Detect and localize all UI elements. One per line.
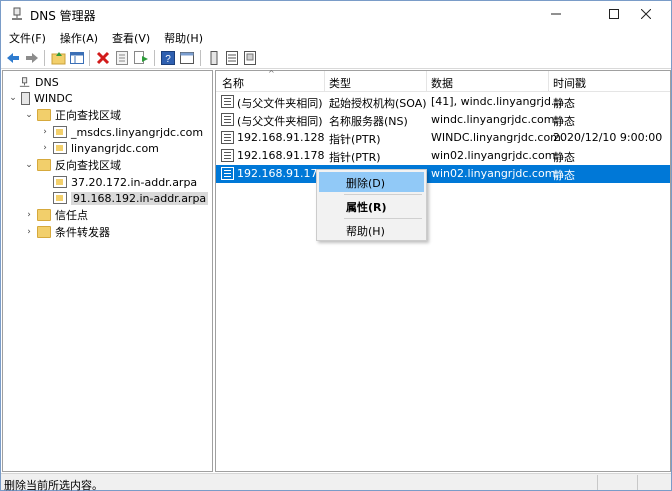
tree-item-conditional-forwarders[interactable]: › 条件转发器 xyxy=(24,224,110,240)
tree-item-37-20-172-zone[interactable]: 37.20.172.in-addr.arpa xyxy=(40,174,197,190)
tree-item-reverse-zones[interactable]: ⌄ 反向查找区域 xyxy=(24,157,121,173)
filter-icon[interactable] xyxy=(242,50,258,66)
chevron-right-icon[interactable]: › xyxy=(24,227,34,237)
minimize-button[interactable] xyxy=(533,1,579,27)
dns-icon xyxy=(19,77,30,87)
tree-item-msdcs-zone[interactable]: › _msdcs.linyangrjdc.com xyxy=(40,124,203,140)
table-row[interactable]: 192.168.91.128 指针(PTR) WINDC.linyangrjdc… xyxy=(216,129,670,147)
context-menu-help[interactable]: 帮助(H) xyxy=(319,220,424,240)
table-row[interactable]: (与父文件夹相同) 起始授权机构(SOA) [41], windc.linyan… xyxy=(216,93,670,111)
column-type[interactable]: 类型 xyxy=(329,75,351,91)
table-row[interactable]: 192.168.91.178 指针(PTR) win02.linyangrjdc… xyxy=(216,147,670,165)
folder-icon xyxy=(37,226,51,238)
back-icon[interactable] xyxy=(5,50,21,66)
context-menu-delete[interactable]: 删除(D) xyxy=(319,172,424,192)
server-icon xyxy=(21,91,30,105)
tree-item-dns[interactable]: DNS xyxy=(6,74,59,90)
chevron-down-icon[interactable]: ⌄ xyxy=(8,93,18,103)
tree-item-windc[interactable]: ⌄ WINDC xyxy=(8,90,73,106)
zone-icon xyxy=(53,126,67,138)
chevron-right-icon[interactable]: › xyxy=(40,127,50,137)
status-text: 删除当前所选内容。 xyxy=(4,479,103,491)
show-hide-tree-icon[interactable] xyxy=(69,50,85,66)
view-icon[interactable] xyxy=(179,50,195,66)
record-icon xyxy=(221,113,234,126)
dns-app-icon xyxy=(12,7,22,20)
tree-item-forward-zones[interactable]: ⌄ 正向查找区域 xyxy=(24,107,121,123)
zone-icon xyxy=(53,192,67,204)
chevron-down-icon[interactable]: ⌄ xyxy=(24,110,34,120)
close-button[interactable] xyxy=(623,1,669,27)
export-icon[interactable] xyxy=(133,50,149,66)
forward-icon[interactable] xyxy=(24,50,40,66)
sort-ascending-icon: ^ xyxy=(268,69,275,78)
dns-server-icon[interactable] xyxy=(206,50,222,66)
tree-item-91-168-192-zone[interactable]: 91.168.192.in-addr.arpa xyxy=(40,190,209,206)
folder-icon xyxy=(37,109,51,121)
delete-icon[interactable] xyxy=(95,50,111,66)
tree-item-trust-points[interactable]: › 信任点 xyxy=(24,207,88,223)
list-icon[interactable] xyxy=(224,50,240,66)
close-icon xyxy=(641,9,651,19)
chevron-right-icon[interactable]: › xyxy=(24,210,34,220)
table-row-selected[interactable]: 192.168.91.179 指针(PTR) win02.linyangrjdc… xyxy=(216,165,670,183)
menu-help[interactable]: 帮助(H) xyxy=(156,28,209,47)
console-tree: DNS ⌄ WINDC ⌄ 正向查找区域 › _msdcs.linyangrjd… xyxy=(2,70,213,472)
minimize-icon xyxy=(551,13,561,15)
table-row[interactable]: (与父文件夹相同) 名称服务器(NS) windc.linyangrjdc.co… xyxy=(216,111,670,129)
svg-text:?: ? xyxy=(165,54,171,65)
window-title: DNS 管理器 xyxy=(30,9,96,23)
dns-manager-window: DNS 管理器 文件(F) 操作(A) 查看(V) 帮助(H) ? DNS ⌄ … xyxy=(0,0,672,491)
records-list: 名称 ^ 类型 数据 时间戳 (与父文件夹相同) 起始授权机构(SOA) [41… xyxy=(215,69,671,472)
column-name[interactable]: 名称 xyxy=(222,75,244,91)
up-folder-icon[interactable] xyxy=(51,50,67,66)
list-header: 名称 ^ 类型 数据 时间戳 xyxy=(216,69,670,92)
menu-bar: 文件(F) 操作(A) 查看(V) 帮助(H) xyxy=(1,28,671,47)
menu-divider xyxy=(344,218,422,219)
zone-icon xyxy=(53,142,67,154)
title-bar: DNS 管理器 xyxy=(1,1,671,28)
menu-file[interactable]: 文件(F) xyxy=(1,28,52,47)
toolbar: ? xyxy=(1,47,671,69)
menu-view[interactable]: 查看(V) xyxy=(104,28,156,47)
menu-action[interactable]: 操作(A) xyxy=(52,28,104,47)
status-bar: 删除当前所选内容。 xyxy=(1,473,671,491)
record-icon xyxy=(221,167,234,180)
menu-divider xyxy=(344,194,422,195)
record-icon xyxy=(221,95,234,108)
properties-icon[interactable] xyxy=(114,50,130,66)
record-icon xyxy=(221,131,234,144)
chevron-down-icon[interactable]: ⌄ xyxy=(24,160,34,170)
maximize-icon xyxy=(609,9,619,19)
tree-item-linyangrjdc-zone[interactable]: › linyangrjdc.com xyxy=(40,140,159,156)
folder-icon xyxy=(37,209,51,221)
chevron-right-icon[interactable]: › xyxy=(40,143,50,153)
record-icon xyxy=(221,149,234,162)
context-menu: 删除(D) 属性(R) 帮助(H) xyxy=(316,169,427,241)
folder-icon xyxy=(37,159,51,171)
column-timestamp[interactable]: 时间戳 xyxy=(553,75,586,91)
help-icon[interactable]: ? xyxy=(160,50,176,66)
context-menu-properties[interactable]: 属性(R) xyxy=(319,196,424,216)
zone-icon xyxy=(53,176,67,188)
column-data[interactable]: 数据 xyxy=(431,75,453,91)
